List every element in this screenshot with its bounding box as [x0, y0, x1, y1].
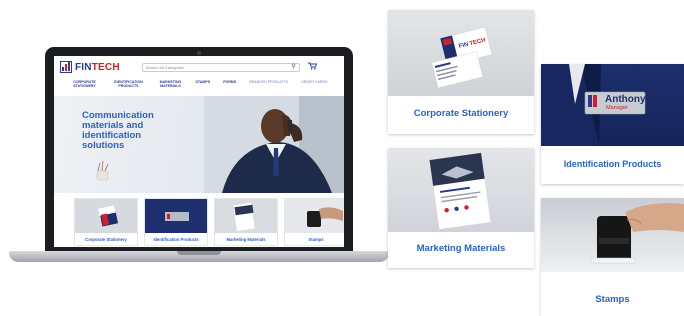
nav-item-marketing-materials[interactable]: Marketing Materials	[158, 80, 182, 94]
hero-banner: Communication materials and identificati…	[54, 96, 344, 193]
brochure-photo	[388, 148, 534, 232]
nav-item-branded-products[interactable]: Branded Products	[249, 80, 288, 94]
category-thumb	[75, 199, 137, 233]
nav-item-order-cards[interactable]: Order Cards	[301, 80, 328, 94]
card-corporate-stationery[interactable]: FIN TECH Corporate Stationery	[388, 10, 534, 134]
cart-icon[interactable]	[307, 62, 317, 72]
category-card-stamps[interactable]: Stamps	[284, 198, 344, 246]
hero-title: Communication materials and identificati…	[82, 110, 154, 151]
category-label: Marketing Materials	[226, 236, 266, 242]
laptop-screen: FINTECH Search All Categories ⚲ Corporat…	[54, 56, 344, 247]
webcam	[197, 51, 201, 55]
plant-vase-image	[96, 160, 109, 181]
laptop-notch	[177, 251, 221, 255]
hero-text-panel: Communication materials and identificati…	[54, 96, 204, 193]
card-label: Marketing Materials	[416, 243, 506, 254]
logo-text: FINTECH	[75, 61, 120, 73]
laptop-base	[9, 251, 389, 262]
category-label: Corporate Stationery	[85, 236, 127, 242]
category-thumb	[215, 199, 277, 233]
name-badge-photo: Anthony Manager	[541, 64, 684, 146]
logo-icon	[60, 61, 72, 73]
card-label: Stamps	[595, 294, 630, 305]
category-card-corporate-stationery[interactable]: Corporate Stationery	[74, 198, 138, 246]
badge-role: Manager	[606, 105, 628, 111]
category-thumb	[285, 199, 344, 233]
card-stamps[interactable]: Stamps	[541, 198, 684, 316]
search-icon[interactable]: ⚲	[291, 64, 295, 70]
card-identification-products[interactable]: Anthony Manager Identification Products	[541, 64, 684, 184]
category-card-identification-products[interactable]: Identification Products	[144, 198, 208, 246]
search-input[interactable]: Search All Categories ⚲	[141, 62, 300, 72]
site-logo[interactable]: FINTECH	[60, 61, 120, 73]
badge-name: Anthony	[605, 94, 646, 105]
site-header: FINTECH Search All Categories ⚲	[54, 56, 344, 78]
nav-item-stamps[interactable]: Stamps	[195, 80, 210, 94]
nav-item-identification-products[interactable]: Identification Products	[111, 80, 145, 94]
search-placeholder: Search All Categories	[145, 64, 185, 70]
category-thumb	[145, 199, 207, 233]
nav-item-corporate-stationery[interactable]: Corporate Stationery	[70, 80, 98, 94]
laptop: FINTECH Search All Categories ⚲ Corporat…	[45, 47, 353, 252]
category-label: Identification Products	[153, 236, 199, 242]
nav-item-forms[interactable]: Forms	[223, 80, 236, 94]
category-label: Stamps	[308, 236, 324, 242]
card-label: Identification Products	[563, 159, 662, 169]
hero-photo-businessman	[204, 96, 344, 193]
business-cards-photo: FIN TECH	[388, 10, 534, 96]
category-cards: Corporate Stationery Identification Prod…	[74, 198, 344, 246]
stamp-photo	[541, 198, 684, 272]
main-nav: Corporate Stationery Identification Prod…	[54, 80, 344, 94]
category-card-marketing-materials[interactable]: Marketing Materials	[214, 198, 278, 246]
stage: FINTECH Search All Categories ⚲ Corporat…	[0, 0, 684, 316]
card-marketing-materials[interactable]: Marketing Materials	[388, 148, 534, 268]
card-label: Corporate Stationery	[413, 108, 509, 119]
